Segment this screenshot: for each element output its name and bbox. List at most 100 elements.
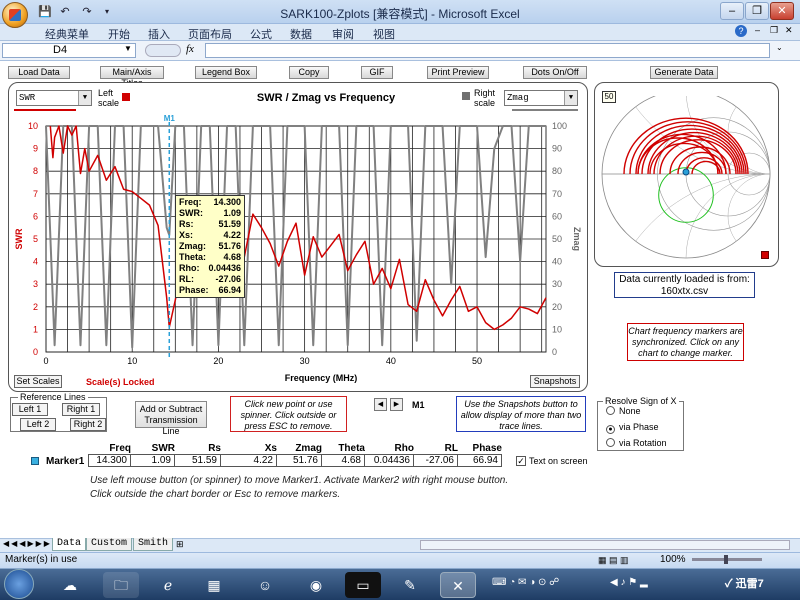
folder-icon[interactable]: 🗀 <box>103 572 139 598</box>
restore-button[interactable]: ❐ <box>745 2 769 20</box>
left-series-select[interactable]: SWR ▼ <box>16 90 92 106</box>
add-subtract-line-button[interactable]: Add or Subtract Transmission Line <box>135 401 207 436</box>
resolve-option-via-phase[interactable]: ● via Phase <box>606 422 659 434</box>
close-button[interactable]: ✕ <box>770 2 794 20</box>
menu-home[interactable]: 开始 <box>108 26 130 42</box>
x-tick-label: 10 <box>127 356 137 366</box>
save-icon[interactable]: 💾 <box>38 5 52 19</box>
name-box[interactable]: D4 <box>2 43 136 58</box>
view-mode-icons[interactable]: ▦ ▤ ▥ <box>598 555 629 566</box>
left2-button[interactable]: Left 2 <box>20 418 56 431</box>
resolve-option-none[interactable]: None <box>606 406 641 416</box>
radio-button[interactable]: ● <box>606 425 615 434</box>
resolve-option-via-rotation[interactable]: via Rotation <box>606 438 667 448</box>
text-on-screen-checkbox[interactable]: ✓ <box>516 456 526 466</box>
instructions-line-1: Use left mouse button (or spinner) to mo… <box>90 475 509 486</box>
radio-label: via Phase <box>619 422 659 432</box>
horizontal-scrollbar[interactable] <box>420 540 790 550</box>
print-preview-button[interactable]: Print Preview <box>427 66 489 79</box>
menu-data[interactable]: 数据 <box>290 26 312 42</box>
qat-dropdown-icon[interactable]: ▾ <box>100 5 114 19</box>
fx-icon[interactable]: fx <box>186 43 194 55</box>
menu-view[interactable]: 视图 <box>373 26 395 42</box>
data-source-label: Data currently loaded is from: <box>619 274 750 285</box>
tooltip-row: Theta: 4.68 <box>179 252 241 263</box>
zoom-level[interactable]: 100% <box>660 554 686 565</box>
tray-status-icons[interactable]: ◀ ♪ ⚑ ▂ <box>610 577 648 588</box>
cloud-app-icon[interactable]: ☁ <box>52 572 88 598</box>
y2-tick-label: 90 <box>552 144 562 154</box>
start-button[interactable] <box>4 569 34 599</box>
tab-smith[interactable]: Smith <box>133 538 174 551</box>
paint-icon[interactable]: ✎ <box>392 572 428 598</box>
redo-icon[interactable]: ↷ <box>80 5 94 19</box>
menu-insert[interactable]: 插入 <box>148 26 170 42</box>
tooltip-key: Xs: <box>179 230 194 240</box>
data-source-box: Data currently loaded is from: 160xtx.cs… <box>614 272 755 298</box>
browser-icon[interactable]: ℯ <box>150 572 186 598</box>
terminal-icon[interactable]: ▭ <box>345 572 381 598</box>
menu-formulas[interactable]: 公式 <box>250 26 272 42</box>
marker-header-rs: Rs <box>208 443 221 454</box>
marker-value-freq: 14.300 <box>88 454 131 467</box>
office-button[interactable] <box>2 2 28 28</box>
tooltip-key: Phase: <box>179 285 209 295</box>
y-tick-label: 1 <box>33 324 38 334</box>
snapshots-button[interactable]: Snapshots <box>530 375 580 388</box>
spinner-right-button[interactable]: ▶ <box>390 398 403 411</box>
ribbon-close-icon[interactable]: ✕ <box>785 25 793 36</box>
radio-button[interactable] <box>606 438 615 447</box>
left1-button[interactable]: Left 1 <box>12 403 48 416</box>
tab-scroll-icons[interactable]: ◀◀◀▶▶▶ <box>3 539 52 548</box>
formula-input[interactable] <box>205 43 770 58</box>
tooltip-key: Rho: <box>179 263 200 273</box>
chevron-down-icon[interactable]: ▼ <box>124 44 132 53</box>
tooltip-key: Theta: <box>179 252 206 262</box>
marker-value-rl: -27.06 <box>413 454 458 467</box>
office-logo-icon <box>9 9 21 21</box>
radio-button[interactable] <box>606 406 615 415</box>
marker-value-swr: 1.09 <box>130 454 175 467</box>
chat-app-icon[interactable]: ◉ <box>298 572 334 598</box>
help-icon[interactable]: ? <box>735 25 747 37</box>
excel-taskbar-icon[interactable]: ✕ <box>440 572 476 598</box>
gif-button[interactable]: GIF <box>361 66 393 79</box>
set-scales-button[interactable]: Set Scales <box>14 375 62 388</box>
y-tick-label: 0 <box>33 347 38 357</box>
right1-button[interactable]: Right 1 <box>62 403 100 416</box>
main-axis-titles-button[interactable]: Main/Axis Titles <box>100 66 164 88</box>
copy-button[interactable]: Copy <box>289 66 329 79</box>
tab-data[interactable]: Data <box>52 538 87 551</box>
swr-zmag-plot[interactable]: 01234567891001020304050607080901000 10 20 3… <box>8 112 588 374</box>
dots-onoff-button[interactable]: Dots On/Off <box>523 66 587 79</box>
tray-icons[interactable]: ⌨ ◔ ✉ ◑ ⊙ ☍ <box>492 577 559 588</box>
marker-value-zmag: 51.76 <box>276 454 322 467</box>
tooltip-key: Zmag: <box>179 241 206 251</box>
qq-penguin-icon[interactable]: ☺ <box>247 572 283 598</box>
y2-tick-label: 30 <box>552 279 562 289</box>
menu-classic[interactable]: 经典菜单 <box>45 26 89 42</box>
smith-color-indicator[interactable] <box>761 251 769 259</box>
zoom-slider-thumb[interactable] <box>724 555 728 564</box>
undo-icon[interactable]: ↶ <box>58 5 72 19</box>
generate-data-button[interactable]: Generate Data <box>650 66 718 79</box>
legend-box-button[interactable]: Legend Box <box>195 66 257 79</box>
right2-button[interactable]: Right 2 <box>70 418 106 431</box>
new-sheet-icon[interactable]: ⊞ <box>176 539 184 550</box>
right-series-select[interactable]: Zmag ▼ <box>504 90 578 106</box>
spinner-left-button[interactable]: ◀ <box>374 398 387 411</box>
ribbon-minimize-icon[interactable]: – <box>755 25 760 35</box>
right-scale-indicator[interactable] <box>462 92 470 100</box>
left-scale-indicator[interactable] <box>122 93 130 101</box>
formula-expand-icon[interactable]: ⌄ <box>776 43 783 52</box>
smith-chart-plot[interactable] <box>598 96 774 266</box>
minimize-button[interactable]: – <box>720 2 744 20</box>
menu-page-layout[interactable]: 页面布局 <box>188 26 232 42</box>
app-icon[interactable]: ▦ <box>196 572 232 598</box>
formula-bar-expander[interactable] <box>145 44 181 57</box>
tab-custom[interactable]: Custom <box>86 538 133 551</box>
marker-value-rs: 51.59 <box>174 454 221 467</box>
load-data-button[interactable]: Load Data <box>8 66 70 79</box>
menu-review[interactable]: 审阅 <box>332 26 354 42</box>
ribbon-restore-icon[interactable]: ❐ <box>770 25 778 36</box>
